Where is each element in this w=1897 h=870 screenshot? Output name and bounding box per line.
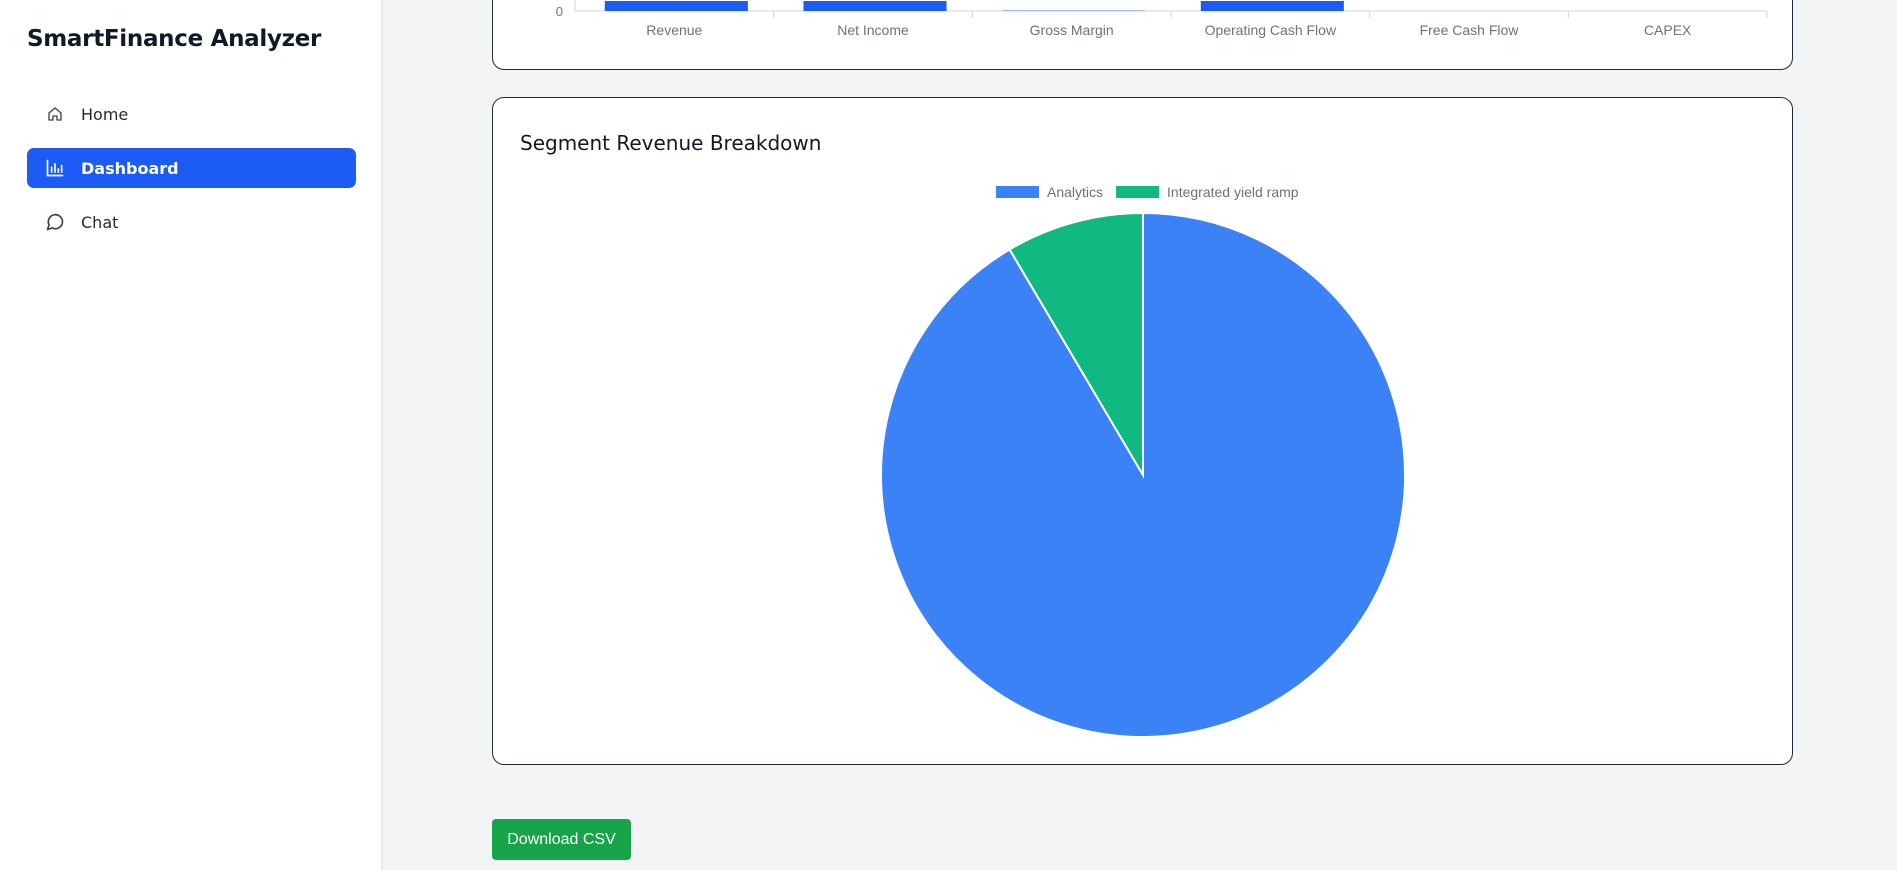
y-tick-label: 0 [556,4,563,19]
bar-chart-icon [45,158,65,178]
sidebar-item-home[interactable]: Home [27,94,356,134]
x-tick-label: CAPEX [1644,22,1692,38]
segment-revenue-pie-chart: Analytics Integrated yield ramp [880,184,1406,738]
bar-net-income [803,1,947,11]
legend-swatch [996,186,1039,198]
bar-gross-margin [1002,10,1146,11]
x-tick-label: Free Cash Flow [1420,22,1520,38]
sidebar-item-label: Home [81,104,129,124]
legend-swatch [1116,186,1160,198]
bar-revenue [604,1,748,11]
x-tick-label: Operating Cash Flow [1205,22,1337,38]
legend-label[interactable]: Analytics [1047,184,1103,200]
segment-revenue-card: Segment Revenue Breakdown Analytics Integ… [492,97,1793,765]
sidebar-item-label: Chat [81,212,119,232]
sidebar: SmartFinance Analyzer Home Dashboard Cha… [0,0,383,870]
home-icon [45,104,65,124]
bar-operating-cash-flow [1200,1,1344,11]
legend-label[interactable]: Integrated yield ramp [1167,184,1299,200]
sidebar-item-label: Dashboard [81,158,179,178]
x-tick-label: Revenue [646,22,702,38]
chat-bubble-icon [45,212,65,232]
financial-metrics-card: 0 Revenue Net Income Gross Margin Operating … [492,0,1793,70]
app-title: SmartFinance Analyzer [27,26,322,52]
sidebar-item-dashboard[interactable]: Dashboard [27,148,356,188]
financial-metrics-bar-chart: 0 Revenue Net Income Gross Margin Operating … [556,0,1768,38]
download-csv-button[interactable]: Download CSV [492,819,631,860]
x-tick-label: Net Income [837,22,909,38]
sidebar-item-chat[interactable]: Chat [27,202,356,242]
x-tick-label: Gross Margin [1030,22,1114,38]
